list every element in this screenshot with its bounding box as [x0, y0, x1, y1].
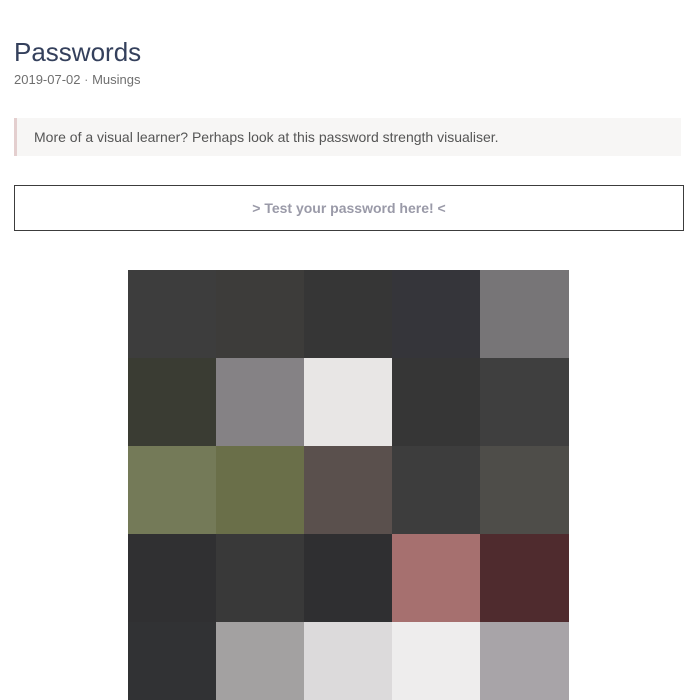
pixel-cell [392, 270, 480, 358]
pixel-cell [128, 534, 216, 622]
pixel-cell [128, 270, 216, 358]
pixel-cell [304, 270, 392, 358]
page-title: Passwords [14, 37, 142, 67]
pixelated-image [128, 270, 569, 700]
pixel-cell [480, 270, 569, 358]
post-date: 2019-07-02 [14, 72, 81, 87]
pixel-cell [392, 534, 480, 622]
pixel-cell [128, 446, 216, 534]
pixel-cell [216, 270, 304, 358]
pixel-cell [216, 534, 304, 622]
test-password-button-label: > Test your password here! < [252, 200, 446, 216]
pixel-cell [304, 534, 392, 622]
pixel-cell [216, 446, 304, 534]
pixel-cell [128, 622, 216, 700]
pixel-cell [304, 622, 392, 700]
category-link[interactable]: Musings [92, 72, 140, 87]
pixel-cell [216, 358, 304, 446]
pixel-cell [480, 534, 569, 622]
meta-separator: · [84, 72, 89, 87]
pixel-cell [392, 358, 480, 446]
pixel-cell [304, 446, 392, 534]
pixel-cell [480, 446, 569, 534]
pixel-cell [480, 622, 569, 700]
callout-text: More of a visual learner? Perhaps look a… [34, 129, 499, 145]
pixel-cell [392, 446, 480, 534]
test-password-button[interactable]: > Test your password here! < [14, 185, 684, 231]
callout-box: More of a visual learner? Perhaps look a… [14, 118, 681, 156]
pixel-cell [216, 622, 304, 700]
pixel-cell [304, 358, 392, 446]
post-meta: 2019-07-02 · Musings [14, 72, 141, 88]
pixel-cell [480, 358, 569, 446]
pixel-cell [392, 622, 480, 700]
pixel-cell [128, 358, 216, 446]
